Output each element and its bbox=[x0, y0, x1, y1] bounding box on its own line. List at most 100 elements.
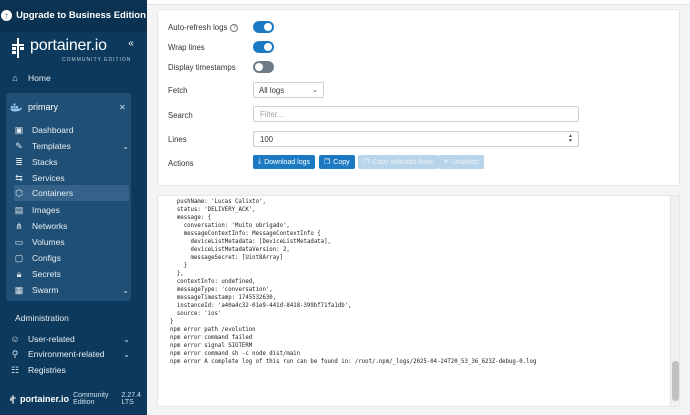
log-line[interactable]: } bbox=[170, 263, 187, 269]
sidebar-item-dashboard[interactable]: ▣ Dashboard bbox=[14, 122, 129, 138]
log-line[interactable]: deviceListMetadata: [DeviceListMetadata]… bbox=[170, 239, 331, 245]
upgrade-icon: ↑ bbox=[1, 10, 13, 21]
sidebar-item-swarm[interactable]: ▦ Swarm ⌄ bbox=[14, 282, 129, 298]
sidebar-item-secrets[interactable]: 🔒︎ Secrets bbox=[14, 266, 129, 282]
secrets-icon: 🔒︎ bbox=[16, 268, 22, 279]
log-line[interactable]: }, bbox=[170, 196, 184, 197]
search-input[interactable]: Filter... bbox=[253, 106, 579, 122]
log-line[interactable]: pushName: 'Lucas Calixto', bbox=[170, 199, 266, 205]
upgrade-banner[interactable]: ↑ Upgrade to Business Edition bbox=[0, 0, 147, 32]
main-content: Auto-refresh logs? Wrap lines Display ti… bbox=[147, 0, 690, 415]
portainer-logo-icon bbox=[12, 38, 24, 58]
sidebar: ↑ Upgrade to Business Edition portainer.… bbox=[0, 0, 147, 415]
footer-edition: Community Edition bbox=[73, 392, 109, 406]
sidebar-item-label: Templates bbox=[32, 141, 71, 151]
sidebar-item-label: Networks bbox=[32, 221, 68, 231]
log-line[interactable]: messageTimestamp: 1745532630, bbox=[170, 295, 276, 301]
docker-icon bbox=[10, 103, 22, 111]
fetch-select[interactable]: All logs ⌄ bbox=[253, 82, 324, 98]
log-line[interactable]: npm error signal SIGTERM bbox=[170, 343, 252, 349]
display-timestamps-toggle[interactable] bbox=[253, 61, 274, 73]
sidebar-item-label: Images bbox=[32, 205, 60, 215]
download-logs-button[interactable]: ⤓ Download logs bbox=[253, 155, 316, 169]
sidebar-item-label: Configs bbox=[32, 253, 61, 263]
sidebar-item-label: Swarm bbox=[32, 285, 59, 295]
sidebar-item-label: Volumes bbox=[32, 237, 65, 247]
log-line[interactable]: } bbox=[170, 319, 173, 325]
log-line[interactable]: npm error command failed bbox=[170, 335, 252, 341]
collapse-sidebar-icon[interactable]: « bbox=[124, 36, 138, 50]
log-line[interactable]: messageType: 'conversation', bbox=[170, 287, 273, 293]
actions-label: Actions bbox=[168, 159, 194, 168]
log-scrollbar[interactable] bbox=[670, 196, 679, 406]
sidebar-item-label: Containers bbox=[32, 188, 74, 198]
log-line[interactable]: source: 'ios' bbox=[170, 311, 222, 317]
sidebar-item-containers[interactable]: ⬡ Containers bbox=[14, 185, 129, 201]
log-line[interactable]: status: 'DELIVERY_ACK', bbox=[170, 207, 256, 213]
log-line[interactable]: messageSecret: [Uint8Array] bbox=[170, 255, 283, 261]
help-icon[interactable]: ? bbox=[230, 23, 239, 32]
chevron-down-icon: ⌄ bbox=[122, 285, 129, 295]
copy-button[interactable]: ❐ Copy bbox=[319, 155, 355, 169]
log-line[interactable]: instanceId: 'a40a4c32-01e9-441d-8418-399… bbox=[170, 303, 352, 309]
sidebar-item-home[interactable]: ⌂ Home bbox=[10, 70, 130, 86]
sidebar-item-services[interactable]: ⇆ Services bbox=[14, 170, 129, 186]
log-line[interactable]: message: { bbox=[170, 215, 211, 221]
chevron-down-icon: ⌄ bbox=[312, 87, 318, 94]
sidebar-item-networks[interactable]: ⋔ Networks bbox=[14, 218, 129, 234]
sidebar-item-label: Secrets bbox=[32, 269, 61, 279]
sidebar-item-images[interactable]: ▤ Images bbox=[14, 202, 129, 218]
sidebar-footer: portainer.io Community Edition 2.27.4 LT… bbox=[10, 392, 147, 406]
display-timestamps-label: Display timestamps bbox=[168, 63, 236, 72]
swarm-icon: ▦ bbox=[14, 284, 24, 295]
administration-heading: Administration bbox=[15, 313, 69, 323]
sidebar-item-environment-related[interactable]: ⚲ Environment-related ⌄ bbox=[10, 346, 130, 362]
sidebar-item-configs[interactable]: ▢ Configs bbox=[14, 250, 129, 266]
brand-edition: COMMUNITY EDITION bbox=[62, 57, 132, 63]
log-line[interactable]: messageContextInfo: MessageContextInfo { bbox=[170, 231, 321, 237]
log-settings-card: Auto-refresh logs? Wrap lines Display ti… bbox=[157, 9, 680, 186]
unselect-button[interactable]: ✕ Unselect bbox=[438, 155, 485, 169]
sidebar-item-label: Services bbox=[32, 173, 65, 183]
auto-refresh-toggle[interactable] bbox=[253, 21, 274, 33]
log-viewer[interactable]: }, pushName: 'Lucas Calixto', status: 'D… bbox=[157, 195, 680, 407]
log-line[interactable]: contextInfo: undefined, bbox=[170, 279, 256, 285]
log-line[interactable]: }, bbox=[170, 271, 184, 277]
chevron-down-icon: ⌄ bbox=[123, 349, 130, 359]
environment-icon: ⚲ bbox=[11, 348, 19, 359]
unselect-label: Unselect bbox=[451, 158, 480, 166]
volumes-icon: ▭ bbox=[14, 236, 24, 247]
log-line[interactable]: npm error A complete log of this run can… bbox=[170, 359, 536, 365]
search-label: Search bbox=[168, 111, 193, 120]
scrollbar-thumb[interactable] bbox=[672, 361, 679, 401]
upgrade-label: Upgrade to Business Edition bbox=[16, 10, 146, 21]
copy-selected-lines-button[interactable]: ❐ Copy selected lines bbox=[358, 155, 438, 169]
environment-header[interactable]: primary bbox=[10, 99, 130, 115]
portainer-footer-logo-icon bbox=[10, 394, 17, 404]
environment-name: primary bbox=[28, 102, 59, 112]
log-line[interactable]: conversation: 'Muito obrigado', bbox=[170, 223, 290, 229]
services-icon: ⇆ bbox=[15, 172, 23, 183]
fetch-label: Fetch bbox=[168, 86, 188, 95]
log-line[interactable]: npm error path /evolution bbox=[170, 327, 256, 333]
stepper-arrows-icon[interactable]: ▲ ▼ bbox=[568, 134, 574, 144]
sidebar-item-label: Home bbox=[28, 73, 51, 83]
copy-icon: ❐ bbox=[324, 159, 331, 166]
auto-refresh-text: Auto-refresh logs bbox=[168, 23, 228, 32]
footer-version: 2.27.4 LTS bbox=[121, 392, 141, 406]
sidebar-item-registries[interactable]: ☷ Registries bbox=[10, 362, 130, 378]
sidebar-item-volumes[interactable]: ▭ Volumes bbox=[14, 234, 129, 250]
images-icon: ▤ bbox=[14, 204, 24, 215]
download-icon: ⤓ bbox=[258, 158, 262, 165]
sidebar-item-label: Registries bbox=[28, 365, 66, 375]
templates-icon: ✎ bbox=[15, 140, 23, 151]
sidebar-item-label: Dashboard bbox=[32, 125, 74, 135]
sidebar-item-templates[interactable]: ✎ Templates ⌄ bbox=[14, 138, 129, 154]
sidebar-item-stacks[interactable]: ≣ Stacks bbox=[14, 154, 129, 170]
wrap-lines-toggle[interactable] bbox=[253, 41, 274, 53]
lines-input[interactable]: 100 ▲ ▼ bbox=[253, 131, 579, 147]
sidebar-item-user-related[interactable]: ☺ User-related ⌄ bbox=[10, 331, 130, 347]
log-line[interactable]: deviceListMetadataVersion: 2, bbox=[170, 247, 290, 253]
log-line[interactable]: npm error command sh -c node dist/main bbox=[170, 351, 300, 357]
close-environment-icon[interactable]: ✕ bbox=[119, 103, 126, 112]
